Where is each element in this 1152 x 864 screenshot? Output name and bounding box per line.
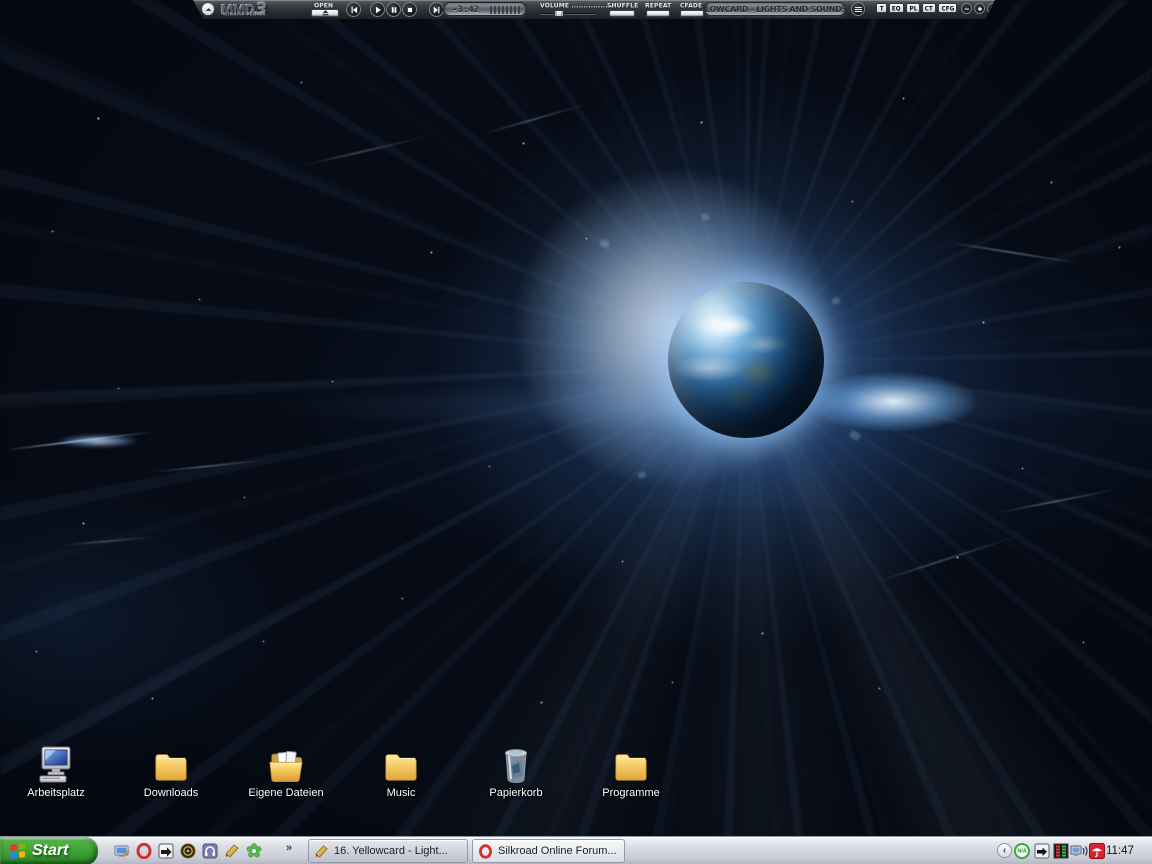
task-label: 16. Yellowcard - Light... (334, 845, 448, 857)
previous-icon (350, 6, 358, 14)
crossfade-button[interactable] (680, 10, 704, 17)
play-button[interactable] (370, 2, 385, 17)
my-computer-icon (14, 744, 98, 784)
folder-icon (129, 744, 213, 784)
pause-icon (390, 6, 398, 14)
task-label: Silkroad Online Forum... (498, 845, 617, 857)
windows-flag-icon (10, 843, 25, 859)
play-icon (374, 6, 382, 14)
desktop-icon-label: Arbeitsplatz (14, 787, 98, 799)
repeat-label: REPEAT (645, 2, 671, 9)
minimize-icon (964, 6, 970, 12)
taskbar-button-opera[interactable]: Silkroad Online Forum... (472, 839, 625, 863)
volume-slider-handle[interactable] (554, 10, 564, 17)
desktop-icon-label: Eigene Dateien (244, 787, 328, 799)
player-tab-eq[interactable]: EQ (889, 3, 904, 13)
menu-lines-icon (855, 7, 862, 8)
stars (0, 0, 1, 1)
taskbar: Start (0, 836, 1152, 864)
shade-icon (977, 6, 983, 12)
player-tab-cfg[interactable]: CFG (938, 3, 957, 13)
desktop-icon-label: Programme (589, 787, 673, 799)
icq-flower-icon[interactable] (246, 843, 262, 859)
planet-earth (668, 282, 824, 438)
time-display[interactable]: -3:42 (443, 2, 527, 16)
headphones-icon[interactable] (202, 843, 218, 859)
previous-button[interactable] (346, 2, 361, 17)
lens-flare (38, 428, 158, 454)
repeat-button[interactable] (646, 10, 670, 17)
launch-arrow-icon[interactable] (158, 843, 174, 859)
quicklaunch-overflow-chevron[interactable]: » (286, 842, 292, 854)
opera-icon[interactable] (136, 843, 152, 859)
gold-disc-icon[interactable] (180, 843, 196, 859)
na-label: N/A (1017, 848, 1026, 853)
shuffle-button[interactable] (609, 10, 635, 17)
stop-icon (406, 6, 414, 14)
desktop-icon-eigene-dateien[interactable]: Eigene Dateien (244, 744, 328, 799)
winamp-brush-icon[interactable] (224, 843, 240, 859)
light-rays (0, 0, 1152, 864)
player-tab-t[interactable]: T (876, 3, 887, 13)
desktop-icon-label: Downloads (129, 787, 213, 799)
logo-3: 3 (256, 0, 268, 20)
player-minimize-button[interactable] (961, 3, 972, 14)
spectrum-analyzer (490, 6, 520, 14)
desktop-icon-label: Papierkorb (474, 787, 558, 799)
start-label: Start (32, 842, 68, 860)
pause-button[interactable] (386, 2, 401, 17)
player-tab-ct[interactable]: CT (922, 3, 936, 13)
player-collapse-button[interactable] (201, 2, 215, 16)
winamp-player-bar: MMD3 WINAMP-PLAYER OPEN -3:42 VOLUME ...… (193, 0, 995, 19)
player-menu-button[interactable] (851, 2, 865, 16)
player-tab-pl[interactable]: PL (906, 3, 920, 13)
start-button[interactable]: Start (0, 837, 98, 864)
taskbar-clock[interactable]: 11:47 (1106, 837, 1150, 864)
desktop-icon-papierkorb[interactable]: Papierkorb (474, 744, 558, 799)
documents-folder-icon (244, 744, 328, 784)
player-shade-button[interactable] (974, 3, 985, 14)
volume-slider-track[interactable] (540, 13, 596, 15)
next-icon (433, 6, 441, 14)
track-title-display[interactable]: LOWCARD - LIGHTS AND SOUNDS (3:28) (704, 2, 846, 16)
logo-subtitle: WINAMP-PLAYER (223, 12, 266, 17)
wallpaper-space (0, 0, 1152, 864)
desktop-icon-programme[interactable]: Programme (589, 744, 673, 799)
shuffle-label: SHUFFLE (607, 2, 638, 9)
player-logo: MMD3 WINAMP-PLAYER (221, 0, 268, 19)
tray-traffic-meter-icon[interactable] (1053, 843, 1069, 859)
tray-avira-icon[interactable] (1089, 843, 1105, 859)
show-desktop-icon[interactable] (114, 843, 130, 859)
tray-collapse-chevron[interactable]: ‹ (997, 843, 1012, 858)
recycle-bin-icon (474, 744, 558, 784)
cfade-label: CFADE (680, 2, 702, 9)
desktop-icon-downloads[interactable]: Downloads (129, 744, 213, 799)
desktop-icon-label: Music (359, 787, 443, 799)
tray-network-icon[interactable] (1070, 843, 1089, 859)
chevron-up-icon (205, 6, 212, 13)
desktop: MMD3 WINAMP-PLAYER OPEN -3:42 VOLUME ...… (0, 0, 1152, 864)
asteroid-debris (702, 213, 710, 220)
stop-button[interactable] (402, 2, 417, 17)
taskbar-button-winamp[interactable]: 16. Yellowcard - Light... (308, 839, 468, 863)
folder-icon (589, 744, 673, 784)
folder-icon (359, 744, 443, 784)
open-label: OPEN (314, 2, 333, 9)
volume-label: VOLUME ................. (540, 2, 613, 9)
tray-temp-na-icon[interactable]: N/A (1014, 843, 1030, 859)
desktop-icon-arbeitsplatz[interactable]: Arbeitsplatz (14, 744, 98, 799)
track-title: LOWCARD - LIGHTS AND SOUNDS (3:28) (705, 3, 845, 16)
eject-icon (321, 10, 330, 16)
next-button[interactable] (429, 2, 444, 17)
tray-style-arrow-icon[interactable] (1034, 843, 1050, 859)
opera-task-icon (478, 844, 493, 859)
winamp-task-icon (314, 844, 329, 859)
desktop-icon-music[interactable]: Music (359, 744, 443, 799)
open-eject-button[interactable] (311, 9, 339, 17)
time-digits: -3:42 (452, 5, 479, 15)
